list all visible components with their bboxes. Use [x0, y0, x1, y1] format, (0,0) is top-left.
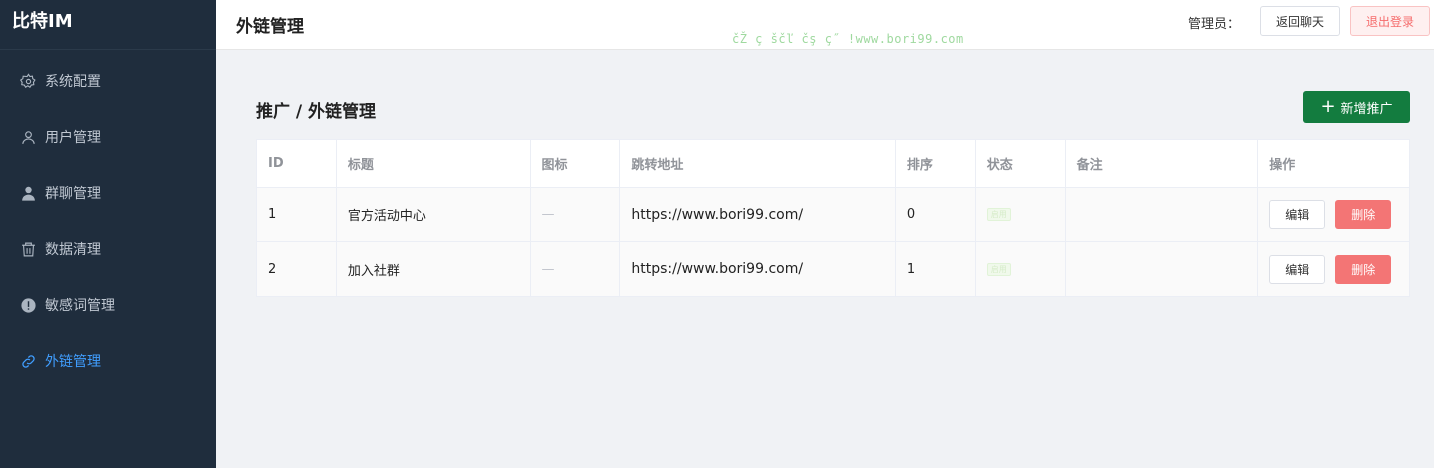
url-text: https://www.bori99.com/	[631, 206, 804, 223]
cell-status: 启用	[976, 188, 1066, 241]
logout-button[interactable]: 退出登录	[1350, 6, 1430, 36]
cell-url: https://www.bori99.com/	[620, 242, 896, 296]
gear-icon	[19, 72, 37, 90]
sidebar-item-system-config[interactable]: 系统配置	[0, 53, 216, 109]
table-row: 2 加入社群 — https://www.bori99.com/ 1 启用 编辑…	[257, 242, 1409, 296]
table-row: 1 官方活动中心 — https://www.bori99.com/ 0 启用 …	[257, 188, 1409, 242]
delete-button[interactable]: 删除	[1335, 200, 1392, 229]
column-header: 标题	[337, 140, 531, 187]
cell-sort: 0	[896, 188, 976, 241]
sidebar-item-sensitive-words[interactable]: 敏感词管理	[0, 277, 216, 333]
column-header: 图标	[531, 140, 621, 187]
sidebar-item-groups[interactable]: 群聊管理	[0, 165, 216, 221]
links-table: ID 标题 图标 跳转地址 排序 状态 备注 操作 1 官方活动中心 — htt…	[256, 139, 1410, 297]
edit-button[interactable]: 编辑	[1269, 200, 1326, 229]
cell-note	[1066, 242, 1259, 296]
sidebar: 比特IM 系统配置 用户管理 群聊管理 数据清理 敏感词管理 外链管理	[0, 0, 216, 468]
table-header-row: ID 标题 图标 跳转地址 排序 状态 备注 操作	[257, 140, 1409, 188]
column-header: ID	[257, 140, 337, 187]
admin-label: 管理员：	[1188, 17, 1241, 32]
delete-button[interactable]: 删除	[1335, 254, 1392, 284]
warning-icon	[19, 296, 37, 314]
cell-status: 启用	[976, 242, 1066, 296]
cell-id: 1	[257, 188, 337, 241]
sidebar-item-data-cleanup[interactable]: 数据清理	[0, 221, 216, 277]
watermark: čŽ ç ščľ čş ç˝ !www.bori99.com	[732, 32, 964, 46]
empty-icon-placeholder: —	[541, 261, 555, 277]
back-to-chat-button[interactable]: 返回聊天	[1260, 6, 1340, 36]
sidebar-item-label: 敏感词管理	[45, 298, 115, 314]
column-header: 状态	[976, 140, 1066, 187]
column-header: 排序	[896, 140, 976, 187]
sidebar-item-label: 系统配置	[45, 74, 101, 90]
status-badge: 启用	[986, 208, 1011, 221]
column-header: 操作	[1269, 158, 1296, 173]
user-group-icon	[19, 184, 37, 202]
page-title: 外链管理	[236, 17, 304, 37]
sidebar-item-label: 群聊管理	[45, 186, 101, 202]
cell-actions: 编辑 删除	[1258, 242, 1409, 296]
status-badge: 启用	[986, 262, 1011, 276]
add-button-label: 新增推广	[1340, 101, 1393, 117]
sidebar-item-external-links[interactable]: 外链管理	[0, 333, 216, 389]
edit-button[interactable]: 编辑	[1269, 254, 1326, 284]
cell-actions: 编辑 删除	[1258, 188, 1409, 241]
user-icon	[19, 128, 37, 146]
cell-icon: —	[531, 242, 621, 296]
link-icon	[19, 352, 37, 370]
cell-url: https://www.bori99.com/	[620, 188, 896, 241]
sidebar-item-label: 外链管理	[45, 354, 101, 370]
cell-note	[1066, 188, 1259, 241]
url-text: https://www.bori99.com/	[631, 261, 804, 277]
section-title: 推广 / 外链管理	[256, 102, 377, 122]
sidebar-item-users[interactable]: 用户管理	[0, 109, 216, 165]
trash-icon	[19, 240, 37, 258]
cell-sort: 1	[896, 242, 976, 296]
sidebar-menu: 系统配置 用户管理 群聊管理 数据清理 敏感词管理 外链管理	[0, 53, 216, 389]
cell-id: 2	[257, 242, 337, 296]
sidebar-item-label: 用户管理	[45, 130, 101, 146]
add-promotion-button[interactable]: + 新增推广	[1303, 91, 1410, 123]
brand-logo: 比特IM	[0, 0, 216, 50]
column-header: 备注	[1066, 140, 1259, 187]
plus-icon: +	[1320, 96, 1336, 117]
sidebar-item-label: 数据清理	[45, 242, 101, 258]
cell-title: 官方活动中心	[337, 188, 531, 241]
top-header: 外链管理 čŽ ç ščľ čş ç˝ !www.bori99.com 管理员：…	[216, 0, 1434, 50]
column-header: 跳转地址	[620, 140, 896, 187]
cell-title: 加入社群	[337, 242, 531, 296]
cell-icon: —	[531, 188, 621, 241]
empty-icon-placeholder: —	[541, 207, 555, 222]
